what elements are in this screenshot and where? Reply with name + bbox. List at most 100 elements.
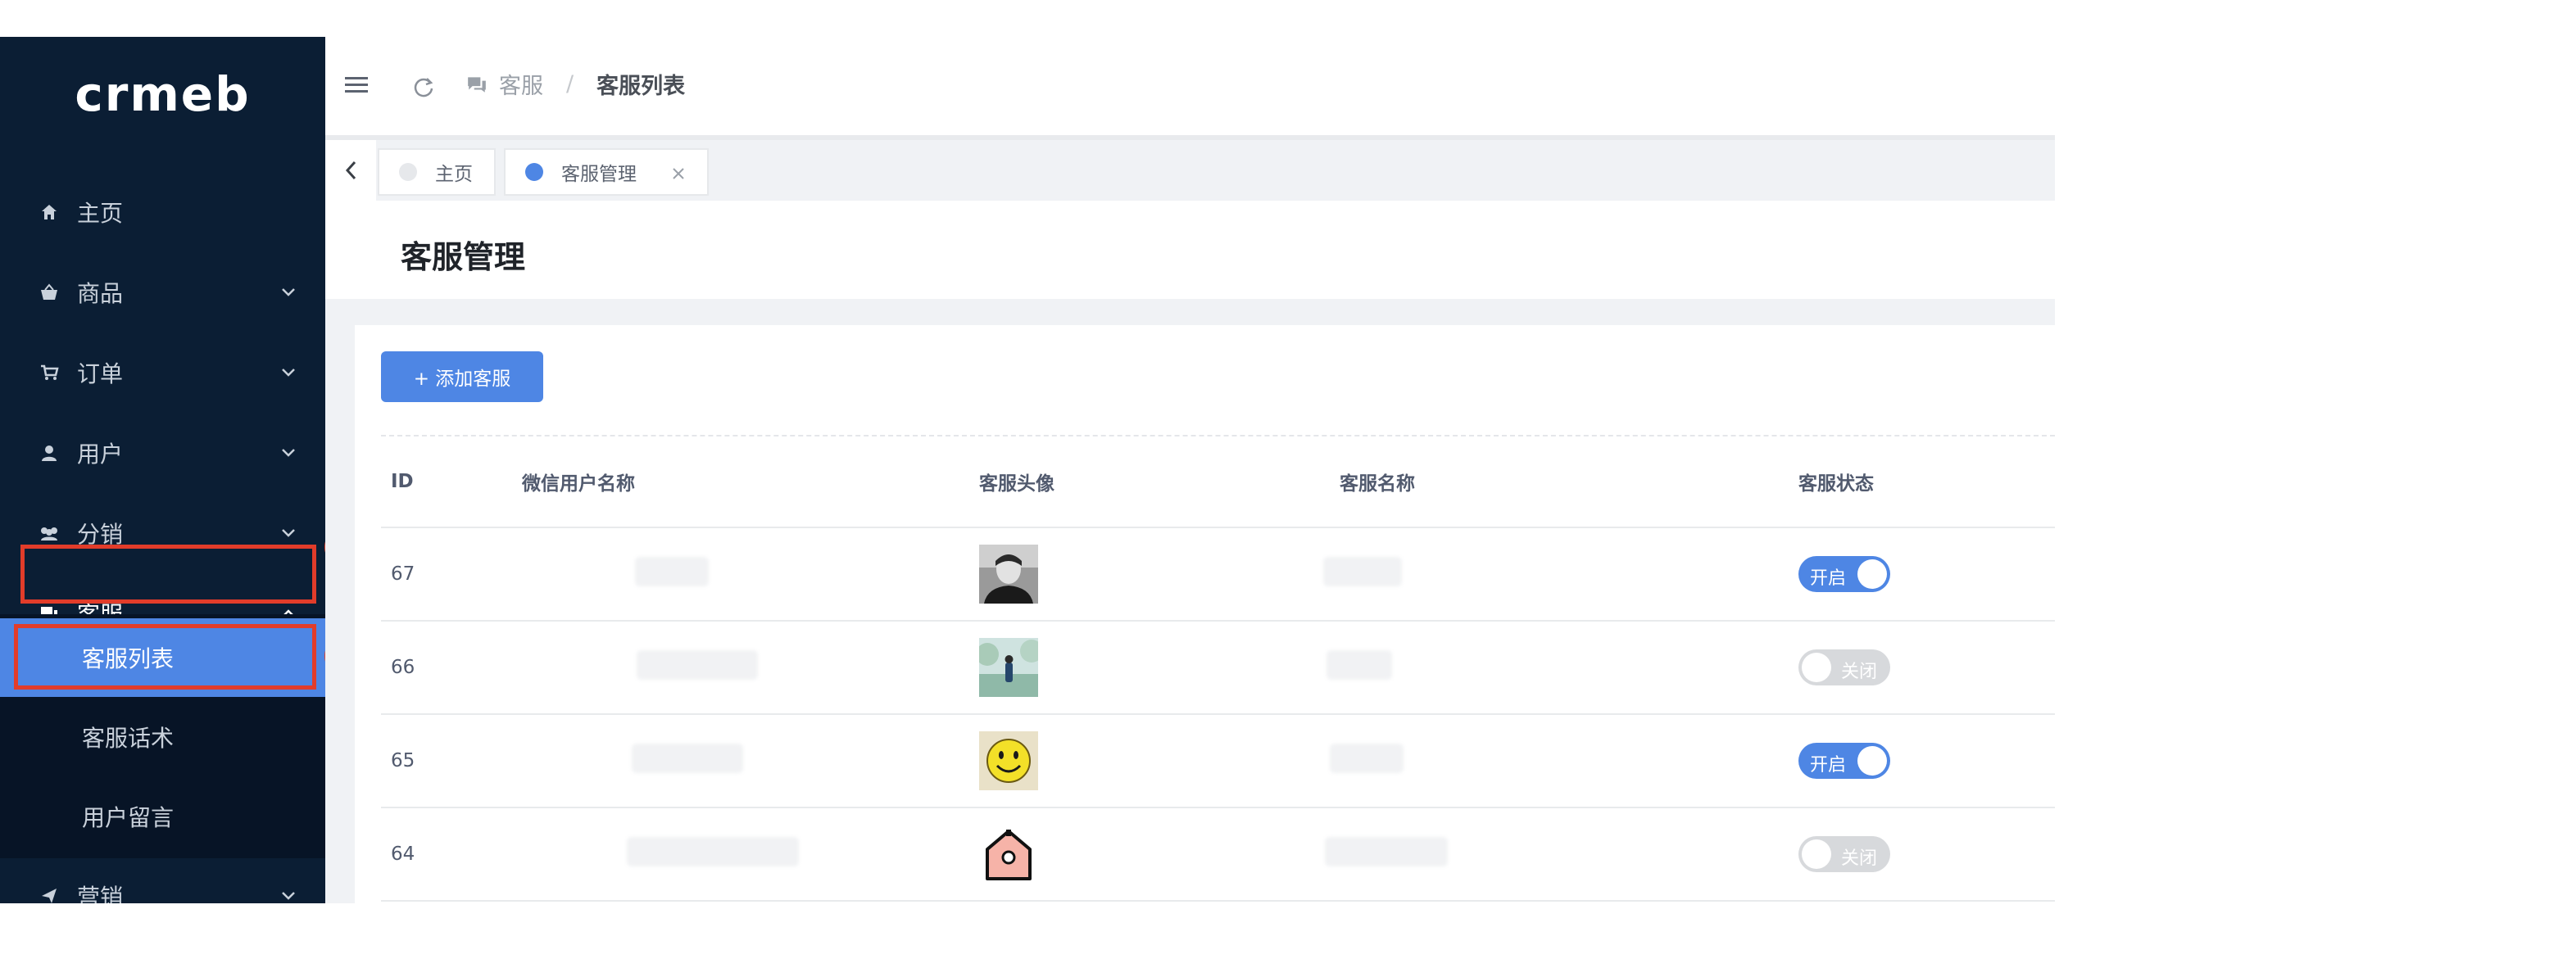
- user-icon: [38, 441, 61, 464]
- table-header-row: ID 微信用户名称 客服头像 客服名称 客服状态: [381, 436, 2055, 528]
- cell-status: 关闭: [1798, 621, 2055, 715]
- table-row: 64 关闭: [381, 807, 2055, 902]
- cell-avatar: [979, 807, 1340, 902]
- submenu-item-label: 客服列表: [82, 645, 175, 672]
- sidebar-item-label: 营销: [77, 884, 124, 903]
- status-toggle[interactable]: 开启: [1798, 556, 1890, 592]
- breadcrumb-parent[interactable]: 客服: [499, 68, 543, 100]
- sidebar-item-label: 订单: [77, 360, 124, 387]
- sidebar-item-orders[interactable]: 订单: [0, 332, 325, 413]
- cell-id: 67: [381, 527, 522, 622]
- submenu-item-service-list[interactable]: 客服列表: [0, 618, 325, 697]
- breadcrumb-separator: /: [566, 71, 574, 97]
- chat-icon: [466, 75, 488, 94]
- status-toggle-label: 开启: [1810, 568, 1847, 589]
- cell-id: 66: [381, 621, 522, 715]
- logo[interactable]: crmeb: [0, 37, 325, 152]
- tab-scroll-left-icon[interactable]: [325, 140, 376, 201]
- cell-wechat-name: [522, 714, 979, 808]
- chevron-down-icon: [282, 288, 295, 296]
- sidebar-item-label: 分销: [77, 521, 124, 548]
- page-title: 客服管理: [401, 239, 526, 275]
- app-window: crmeb 主页 商品 订单 用户 分销 客服列表 客服话术 用户留言 营销 客…: [0, 37, 2055, 903]
- sidebar-item-label: 用户: [77, 441, 124, 468]
- cell-service-name: [1330, 714, 1798, 808]
- submenu-item-label: 客服话术: [82, 725, 175, 752]
- refresh-icon[interactable]: [412, 75, 435, 98]
- sidebar-item-marketing[interactable]: 营销: [0, 856, 325, 903]
- column-header-id[interactable]: ID: [381, 436, 522, 528]
- table-row: 65 开启: [381, 714, 2055, 808]
- cell-wechat-name: [522, 621, 979, 715]
- toggle-knob: [1857, 559, 1887, 589]
- chevron-down-icon: [282, 449, 295, 457]
- tab-label: 主页: [435, 164, 473, 185]
- logo-text: crmeb: [75, 66, 251, 122]
- breadcrumb-current: 客服列表: [596, 74, 686, 99]
- status-toggle-label: 关闭: [1841, 662, 1878, 682]
- status-toggle[interactable]: 关闭: [1798, 836, 1890, 872]
- submenu-item-user-messages[interactable]: 用户留言: [0, 777, 325, 856]
- column-header-service-name[interactable]: 客服名称: [1340, 436, 1798, 528]
- cell-status: 开启: [1798, 527, 2055, 622]
- top-bar: 客服 / 客服列表: [325, 37, 2055, 135]
- add-service-button[interactable]: + 添加客服: [381, 351, 543, 402]
- sidebar-item-label: 商品: [77, 280, 124, 307]
- basket-icon: [38, 281, 61, 304]
- chevron-down-icon: [282, 369, 295, 377]
- main-content: 客服 / 客服列表 主页 客服管理 客服管理 + 添加客服 ID 微信用户名称 …: [325, 37, 2055, 903]
- cell-service-name: [1325, 807, 1798, 902]
- content-card: + 添加客服 ID 微信用户名称 客服头像 客服名称 客服状态 67 开启 66…: [355, 325, 2055, 903]
- cell-status: 开启: [1798, 714, 2055, 808]
- tab-label: 客服管理: [561, 164, 637, 185]
- toggle-knob: [1802, 839, 1831, 869]
- sidebar: crmeb 主页 商品 订单 用户 分销 客服列表 客服话术 用户留言 营销: [0, 37, 325, 903]
- cell-wechat-name: [522, 807, 979, 902]
- tab-bar: 主页 客服管理: [325, 135, 2055, 201]
- table-row: 66 关闭: [381, 621, 2055, 715]
- cell-avatar: [979, 621, 1340, 715]
- menu-toggle-icon[interactable]: [345, 75, 370, 95]
- breadcrumb: 客服 / 客服列表: [466, 68, 685, 100]
- chevron-down-icon: [282, 529, 295, 537]
- cell-id: 64: [381, 807, 522, 902]
- cell-service-name: [1323, 527, 1798, 622]
- sidebar-item-home[interactable]: 主页: [0, 172, 325, 252]
- sidebar-item-users[interactable]: 用户: [0, 413, 325, 493]
- sidebar-item-products[interactable]: 商品: [0, 252, 325, 332]
- column-header-status[interactable]: 客服状态: [1798, 436, 2055, 528]
- cell-id: 65: [381, 714, 522, 808]
- status-toggle[interactable]: 关闭: [1798, 649, 1890, 685]
- cell-service-name: [1327, 621, 1798, 715]
- send-icon: [38, 884, 61, 903]
- service-table: ID 微信用户名称 客服头像 客服名称 客服状态 67 开启 66 关闭 65 …: [381, 436, 2055, 902]
- cell-avatar: [979, 527, 1340, 622]
- tab-status-dot: [399, 163, 417, 181]
- smiley-avatar: [979, 731, 1038, 790]
- close-icon[interactable]: [671, 165, 686, 179]
- status-toggle[interactable]: 开启: [1798, 743, 1890, 779]
- submenu-item-service-scripts[interactable]: 客服话术: [0, 698, 325, 776]
- tab-service-management[interactable]: 客服管理: [504, 148, 709, 196]
- toggle-knob: [1857, 746, 1887, 776]
- house-avatar: [979, 825, 1038, 884]
- group-icon: [38, 522, 61, 545]
- column-header-wechat-name[interactable]: 微信用户名称: [522, 436, 979, 528]
- cell-status: 关闭: [1798, 807, 2055, 902]
- table-row: 67 开启: [381, 527, 2055, 622]
- page-header: 客服管理: [325, 201, 2055, 299]
- portrait-avatar: [979, 545, 1038, 604]
- sidebar-item-distribution[interactable]: 分销: [0, 493, 325, 573]
- cell-avatar: [979, 714, 1340, 808]
- toggle-knob: [1802, 653, 1831, 682]
- submenu-item-label: 用户留言: [82, 804, 175, 831]
- chevron-down-icon: [282, 892, 295, 900]
- landscape-avatar: [979, 638, 1038, 697]
- home-icon: [38, 201, 61, 224]
- column-header-avatar[interactable]: 客服头像: [979, 436, 1340, 528]
- cart-icon: [38, 361, 61, 384]
- tab-status-dot: [525, 163, 543, 181]
- sidebar-item-label: 主页: [77, 200, 124, 227]
- tab-home[interactable]: 主页: [378, 148, 496, 196]
- cell-wechat-name: [522, 527, 979, 622]
